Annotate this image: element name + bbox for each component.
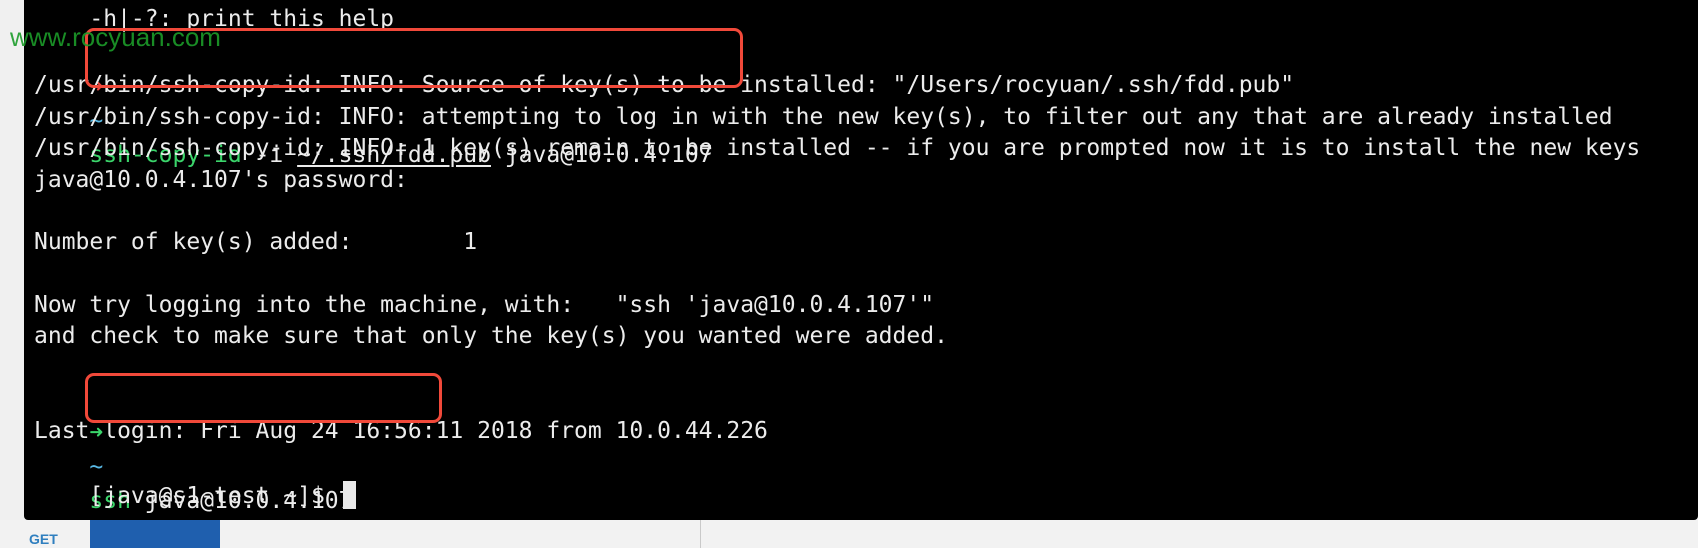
output-line: Now try logging into the machine, with: …: [34, 292, 935, 318]
output-line: and check to make sure that only the key…: [34, 323, 948, 349]
shell-prompt: [java@s1-test ~]$: [89, 483, 339, 509]
output-line: /usr/bin/ssh-copy-id: INFO: attempting t…: [34, 104, 1613, 130]
password-prompt-line: java@10.0.4.107's password:: [34, 167, 408, 193]
background-app-strip: [0, 520, 1698, 548]
keys-added-line: Number of key(s) added: 1: [34, 229, 478, 255]
last-login-line: Last login: Fri Aug 24 16:56:11 2018 fro…: [34, 418, 768, 444]
background-tab[interactable]: [90, 520, 220, 548]
shell-prompt-line[interactable]: [java@s1-test ~]$: [34, 445, 356, 520]
panel-divider: [700, 520, 701, 548]
output-line: /usr/bin/ssh-copy-id: INFO: Source of ke…: [34, 72, 1295, 98]
terminal-window[interactable]: -h|-?: print this help ➜ ~ ssh-copy-id -…: [24, 0, 1698, 520]
text-cursor: [342, 481, 356, 509]
http-method-label: GET: [29, 531, 58, 547]
watermark-text: www.rocyuan.com: [10, 22, 221, 52]
output-line: /usr/bin/ssh-copy-id: INFO: 1 key(s) rem…: [34, 135, 1641, 161]
